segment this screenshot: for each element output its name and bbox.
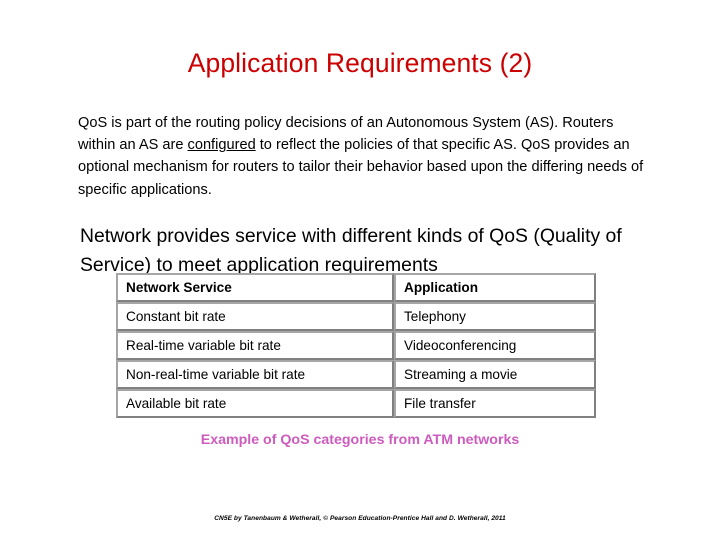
page-title: Application Requirements (2): [187, 47, 533, 78]
table-row: Available bit rate File transfer: [116, 389, 596, 418]
column-header-application: Application: [394, 273, 596, 302]
cell-network-service: Constant bit rate: [116, 302, 394, 331]
table-caption: Example of QoS categories from ATM netwo…: [200, 432, 520, 448]
slide-canvas: Application Requirements (2) QoS is part…: [0, 0, 720, 540]
table-header-row: Network Service Application: [116, 273, 596, 302]
cell-application: File transfer: [394, 389, 596, 418]
cell-application: Videoconferencing: [394, 331, 596, 360]
cell-network-service: Available bit rate: [116, 389, 394, 418]
qos-categories-table: Network Service Application Constant bit…: [116, 273, 596, 418]
intro-paragraph-emphasis: configured: [187, 137, 256, 153]
column-header-network-service: Network Service: [116, 273, 394, 302]
table-row: Non-real-time variable bit rate Streamin…: [116, 360, 596, 389]
cell-network-service: Real-time variable bit rate: [116, 331, 394, 360]
cell-application: Streaming a movie: [394, 360, 596, 389]
service-statement-paragraph: Network provides service with different …: [80, 225, 622, 276]
footer-credit: CN5E by Tanenbaum & Wetherall, © Pearson…: [214, 515, 506, 522]
intro-paragraph: QoS is part of the routing policy decisi…: [78, 112, 650, 202]
cell-network-service: Non-real-time variable bit rate: [116, 360, 394, 389]
table-row: Constant bit rate Telephony: [116, 302, 596, 331]
table-row: Real-time variable bit rate Videoconfere…: [116, 331, 596, 360]
cell-application: Telephony: [394, 302, 596, 331]
qos-table-container: Network Service Application Constant bit…: [116, 273, 596, 418]
